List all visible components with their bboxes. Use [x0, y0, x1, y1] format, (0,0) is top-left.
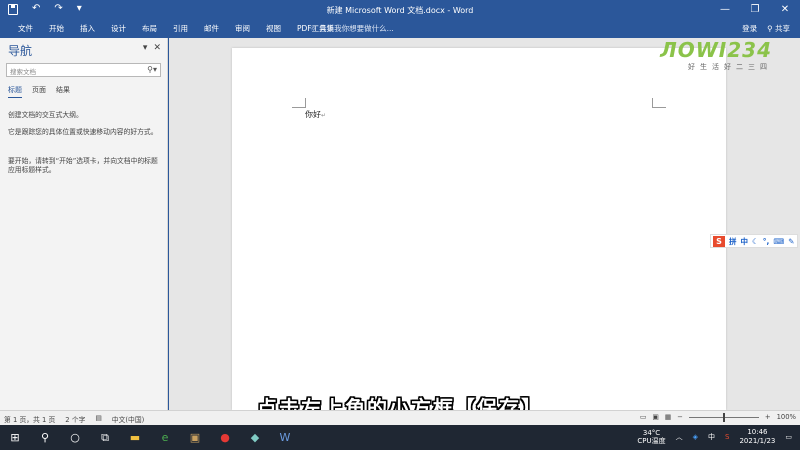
logo-main-text: ЛОWI234	[660, 38, 772, 62]
tab-mailings[interactable]: 邮件	[196, 23, 227, 35]
tab-design[interactable]: 设计	[103, 23, 134, 35]
tell-me-box[interactable]: ☼ 告诉我你想要做什么...	[310, 23, 394, 35]
proofing-icon[interactable]: ▤	[95, 414, 101, 424]
close-button[interactable]: ✕	[770, 0, 800, 20]
tab-references[interactable]: 引用	[165, 23, 196, 35]
document-area: 你好↵	[169, 38, 800, 410]
file-explorer-icon[interactable]: ▬	[126, 429, 144, 446]
margin-corner-top-right	[652, 98, 666, 108]
moon-icon[interactable]: ☾	[752, 237, 759, 246]
zoom-slider-thumb[interactable]	[722, 412, 725, 422]
share-button[interactable]: ⚲ 共享	[767, 23, 790, 35]
nav-search-input[interactable]: 搜索文档 ⚲▾	[6, 63, 161, 77]
document-body-text[interactable]: 你好↵	[305, 109, 326, 120]
document-page[interactable]: 你好↵	[232, 48, 726, 410]
wrench-icon[interactable]: ✎	[788, 237, 794, 246]
cpu-temp-widget[interactable]: 34°C CPU温度	[637, 429, 665, 445]
tell-me-label: 告诉我你想要做什么...	[319, 24, 394, 33]
nav-message-3: 要开始，请转到“开始”选项卡，并向文档中的标题应用标题样式。	[8, 157, 158, 174]
tab-layout[interactable]: 布局	[134, 23, 165, 35]
tab-home[interactable]: 开始	[41, 23, 72, 35]
sign-in-link[interactable]: 登录	[742, 23, 757, 35]
nav-message-2: 它是跟踪您的具体位置或快速移动内容的好方式。	[8, 128, 158, 136]
tab-file[interactable]: 文件	[10, 23, 41, 35]
zoom-level[interactable]: 100%	[777, 413, 796, 421]
record-icon[interactable]: ●	[216, 429, 234, 446]
ribbon-tabs: 文件 开始 插入 设计 布局 引用 邮件 审阅 视图 PDF工具集 ☼ 告诉我你…	[0, 20, 800, 38]
restore-button[interactable]: ❐	[740, 0, 770, 20]
app-icon-2[interactable]: ◆	[246, 429, 264, 446]
punctuation-icon[interactable]: °,	[763, 237, 770, 246]
search-icon[interactable]: ⚲▾	[147, 65, 157, 74]
zoom-in-icon[interactable]: +	[765, 413, 771, 421]
ime-chinese-mode[interactable]: 中	[741, 236, 749, 247]
ime-tray-icon[interactable]: 中	[708, 432, 715, 442]
nav-message-1: 创建文档的交互式大纲。	[8, 111, 83, 119]
clock-date: 2021/1/23	[739, 437, 776, 445]
nav-tab-results[interactable]: 结果	[56, 85, 70, 98]
nav-search-placeholder: 搜索文档	[10, 68, 36, 76]
cpu-temp-value: 34°C	[642, 429, 661, 437]
cpu-temp-label: CPU温度	[637, 437, 666, 445]
edge-icon[interactable]: e	[156, 429, 174, 446]
lightbulb-icon: ☼	[310, 24, 320, 33]
print-layout-icon[interactable]: ▣	[652, 413, 658, 421]
page-count[interactable]: 第 1 页，共 1 页	[4, 414, 55, 424]
margin-corner-top-left	[292, 98, 306, 108]
navigation-pane: 导航 ▾ ✕ 搜索文档 ⚲▾ 标题 页面 结果 创建文档的交互式大纲。 它是跟踪…	[0, 38, 168, 410]
web-layout-icon[interactable]: ▦	[665, 413, 671, 421]
keyboard-icon[interactable]: ⌨	[773, 237, 784, 246]
ime-toolbar[interactable]: S 拼 中 ☾ °, ⌨ ✎	[710, 234, 798, 248]
tab-view[interactable]: 视图	[258, 23, 289, 35]
body-text: 你好	[305, 110, 321, 119]
system-clock[interactable]: 10:46 2021/1/23	[739, 428, 775, 446]
nav-options-icon[interactable]: ▾	[143, 43, 148, 53]
nav-tab-pages[interactable]: 页面	[32, 85, 46, 98]
zoom-slider[interactable]	[688, 412, 759, 422]
share-label: 共享	[775, 24, 790, 33]
watermark-logo: ЛОWI234 好生活好二三四	[652, 38, 772, 72]
clock-time: 10:46	[747, 428, 768, 436]
window-controls: — ❐ ✕	[710, 0, 800, 20]
logo-sub-text: 好生活好二三四	[688, 63, 772, 71]
nav-tab-headings[interactable]: 标题	[8, 85, 22, 98]
status-bar: 第 1 页，共 1 页 2 个字 ▤ 中文(中国) ▭ ▣ ▦ − + 100%	[0, 410, 800, 425]
windows-start-icon[interactable]: ⊞	[6, 429, 24, 446]
app-icon[interactable]: ▣	[186, 429, 204, 446]
search-icon[interactable]: ⚲	[36, 429, 54, 446]
notification-icon[interactable]: ▭	[785, 433, 792, 441]
minimize-button[interactable]: —	[710, 0, 740, 20]
language-indicator[interactable]: 中文(中国)	[112, 414, 145, 424]
tray-expand-icon[interactable]: ︿	[676, 432, 683, 442]
nav-close-icon[interactable]: ✕	[153, 43, 161, 53]
sogou-tray-icon[interactable]: S	[725, 433, 729, 441]
ime-pinyin[interactable]: 拼	[729, 236, 737, 247]
nav-pane-title: 导航	[8, 44, 33, 58]
zoom-out-icon[interactable]: −	[677, 413, 683, 421]
cortana-icon[interactable]: ○	[66, 429, 84, 446]
word-window: ↶ ↷ ▾ 新建 Microsoft Word 文档.docx - Word —…	[0, 0, 800, 450]
tray-app-icon[interactable]: ◈	[693, 433, 698, 441]
read-mode-icon[interactable]: ▭	[640, 413, 646, 421]
word-count[interactable]: 2 个字	[65, 414, 85, 424]
paragraph-mark-icon: ↵	[321, 112, 327, 119]
task-view-icon[interactable]: ⧉	[96, 429, 114, 446]
document-title: 新建 Microsoft Word 文档.docx - Word	[326, 6, 474, 15]
tab-insert[interactable]: 插入	[72, 23, 103, 35]
person-icon: ⚲	[767, 24, 775, 33]
word-taskbar-icon[interactable]: W	[276, 429, 294, 446]
title-bar: ↶ ↷ ▾ 新建 Microsoft Word 文档.docx - Word —…	[0, 0, 800, 20]
windows-taskbar: ⊞ ⚲ ○ ⧉ ▬ e ▣ ● ◆ W 34°C CPU温度 ︿ ◈ 中 S 1…	[0, 425, 800, 450]
tab-review[interactable]: 审阅	[227, 23, 258, 35]
sogou-icon[interactable]: S	[713, 235, 725, 247]
